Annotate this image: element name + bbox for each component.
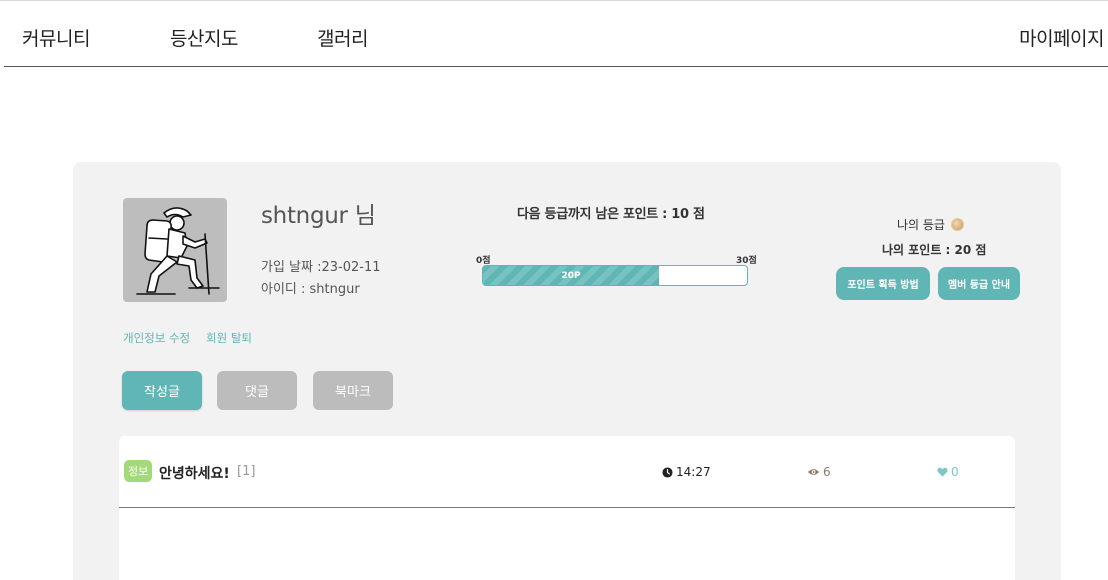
points-progress-bar: 20P xyxy=(482,265,748,286)
eye-icon xyxy=(807,469,820,475)
my-grade-label: 나의 등급 xyxy=(897,218,945,232)
tab-comments[interactable]: 댓글 xyxy=(217,371,297,410)
post-likes-value: 0 xyxy=(951,465,959,479)
nav-gallery[interactable]: 갤러리 xyxy=(317,24,368,51)
tab-bookmarks[interactable]: 북마크 xyxy=(313,371,393,410)
tab-my-posts[interactable]: 작성글 xyxy=(122,371,202,410)
my-grade: 나의 등급 xyxy=(897,216,964,233)
avatar xyxy=(123,198,227,302)
edit-profile-link[interactable]: 개인정보 수정 xyxy=(123,330,190,346)
my-points: 나의 포인트 : 20 점 xyxy=(882,243,987,257)
post-list: 정보 안녕하세요! [1] 14:27 6 0 xyxy=(119,436,1015,580)
post-likes: 0 xyxy=(937,465,959,479)
next-grade-points: 다음 등급까지 남은 포인트 : 10 점 xyxy=(517,207,705,222)
list-item[interactable]: 정보 안녕하세요! [1] 14:27 6 0 xyxy=(119,436,1015,508)
point-earn-guide-button[interactable]: 포인트 획득 방법 xyxy=(836,267,930,300)
top-navigation: 커뮤니티 등산지도 갤러리 마이페이지 xyxy=(0,0,1108,67)
category-badge: 정보 xyxy=(124,460,153,482)
join-date: 가입 날짜 :23-02-11 xyxy=(261,260,381,275)
clock-icon xyxy=(662,466,673,478)
comment-count: [1] xyxy=(237,464,256,479)
nav-mypage[interactable]: 마이페이지 xyxy=(1019,24,1104,51)
withdraw-link[interactable]: 회원 탈퇴 xyxy=(206,330,252,346)
post-views-value: 6 xyxy=(823,465,831,479)
profile-card: shtngur 님 가입 날짜 :23-02-11 아이디 : shtngur … xyxy=(73,162,1061,580)
post-time: 14:27 xyxy=(662,465,711,479)
post-time-value: 14:27 xyxy=(676,465,711,479)
user-id: 아이디 : shtngur xyxy=(261,282,360,297)
bronze-medal-icon xyxy=(950,218,964,231)
username: shtngur 님 xyxy=(261,203,376,229)
member-grade-guide-button[interactable]: 멤버 등급 안내 xyxy=(938,267,1020,300)
nav-divider xyxy=(4,66,1108,67)
heart-icon xyxy=(937,467,948,477)
nav-community[interactable]: 커뮤니티 xyxy=(22,24,90,51)
post-views: 6 xyxy=(807,465,831,479)
hiker-icon xyxy=(136,207,220,295)
nav-hiking-map[interactable]: 등산지도 xyxy=(170,24,238,51)
progress-value-label: 20P xyxy=(561,270,581,281)
post-title[interactable]: 안녕하세요! xyxy=(159,463,230,483)
